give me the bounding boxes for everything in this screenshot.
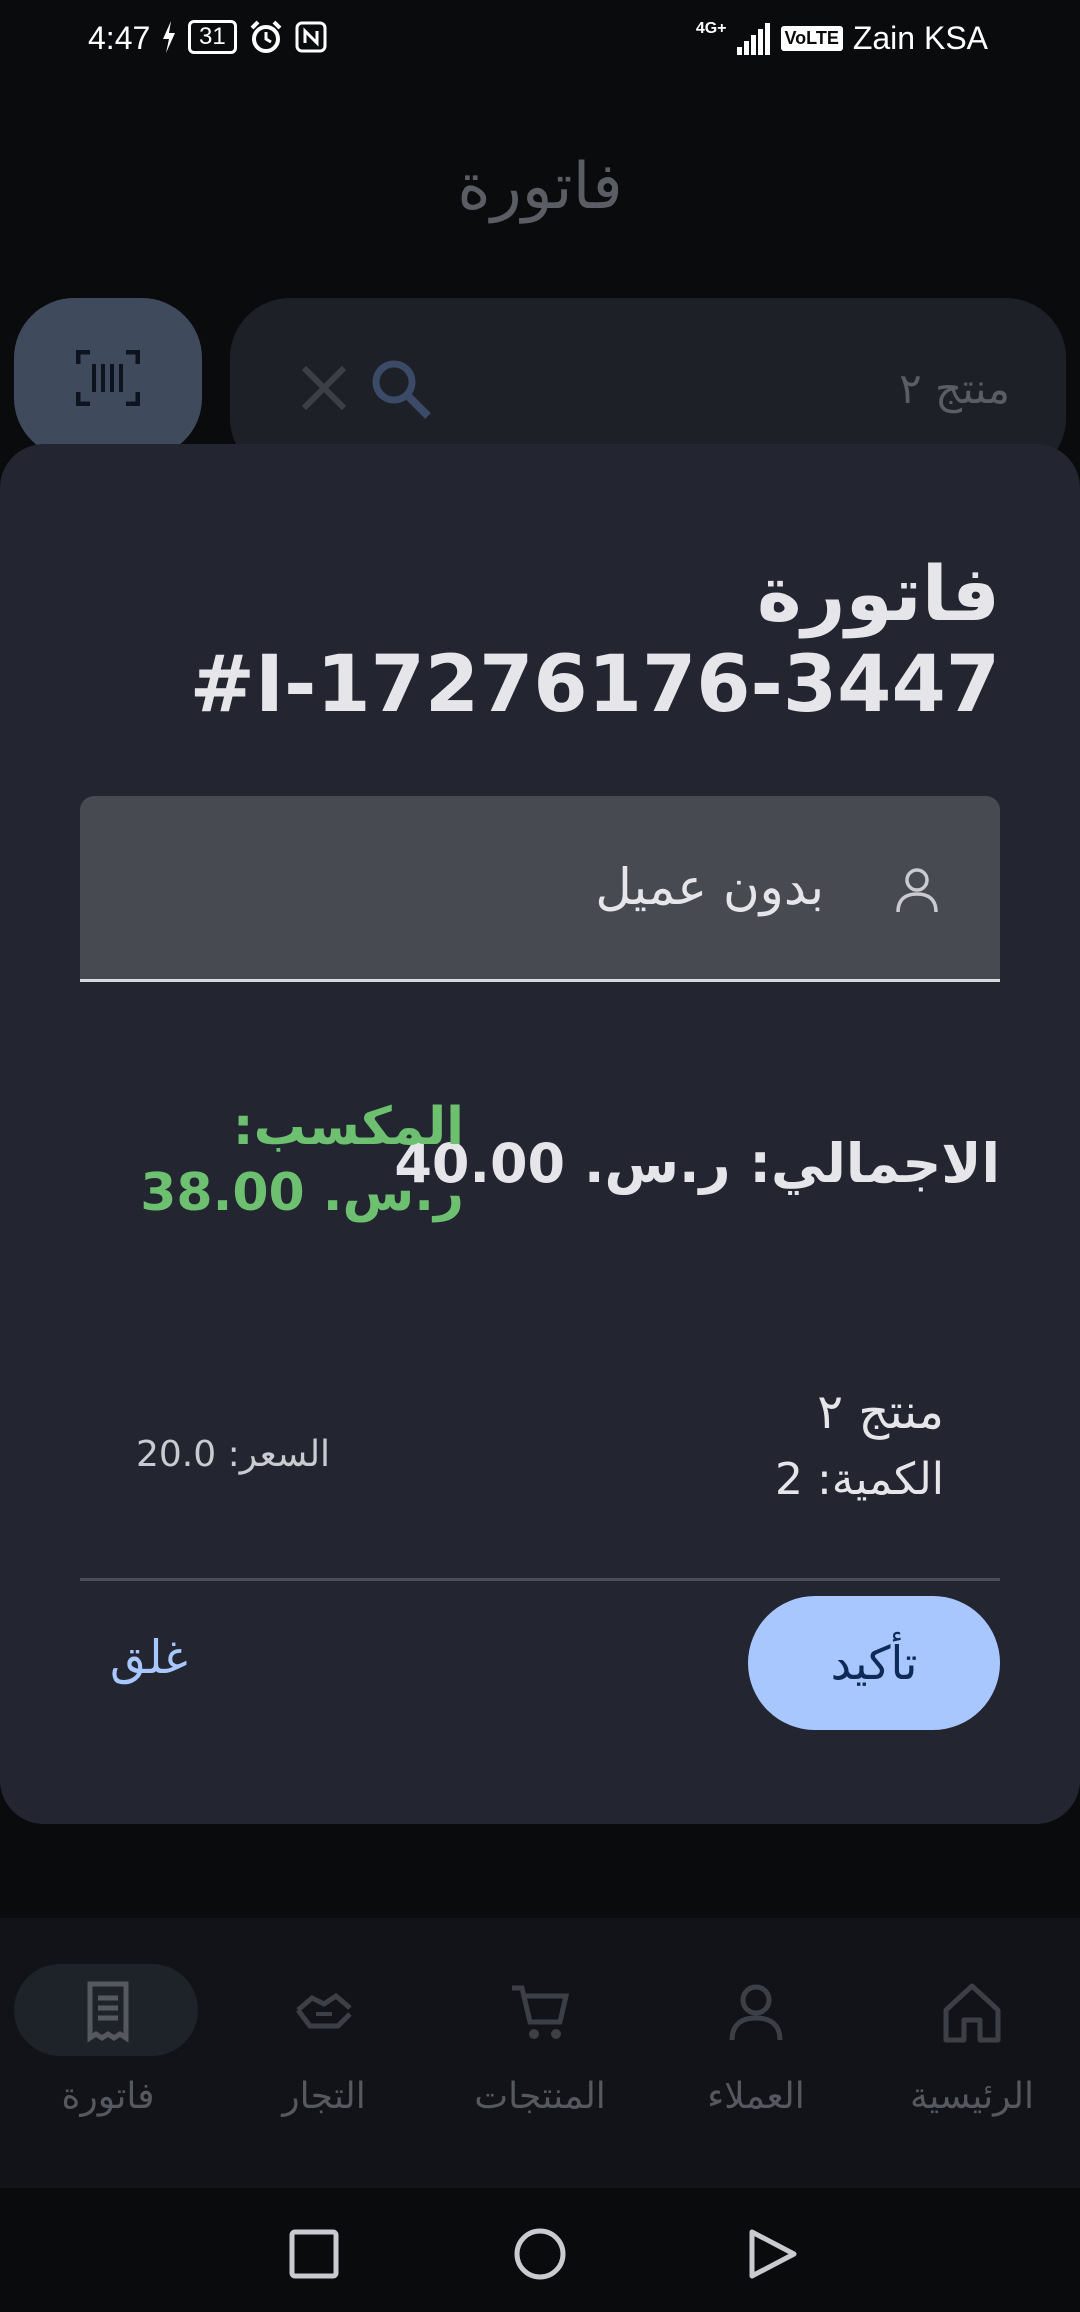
confirm-button[interactable]: تأكيد (748, 1596, 1000, 1730)
profit-label: المكسب: (232, 1097, 464, 1157)
customer-value: بدون عميل (595, 858, 824, 916)
invoice-number: #I-17276176-3447 (189, 640, 1000, 730)
person-icon (896, 868, 938, 913)
profit-value: ر.س. 38.00 (140, 1163, 464, 1223)
divider (80, 1578, 1000, 1581)
invoice-total: الاجمالي: ر.س. 40.00 (394, 1132, 1000, 1195)
item-price: السعر: 20.0 (136, 1434, 331, 1475)
item-quantity: الكمية: 2 (774, 1454, 944, 1505)
invoice-dialog: فاتورة #I-17276176-3447 بدون عميل الاجما… (0, 444, 1080, 1824)
dialog-title: فاتورة (756, 549, 1000, 638)
customer-select-field[interactable]: بدون عميل (80, 796, 1000, 982)
invoice-profit: المكسب: ر.س. 38.00 (140, 1094, 464, 1226)
invoice-line-item: منتج ٢ الكمية: 2 السعر: 20.0 (80, 1384, 1000, 1524)
item-name: منتج ٢ (817, 1384, 944, 1440)
screen: 4:47 31 4G+ VoLTE Zain KSA فاتورة منتج ٢… (0, 0, 1080, 2312)
close-button[interactable]: غلق (110, 1630, 188, 1684)
